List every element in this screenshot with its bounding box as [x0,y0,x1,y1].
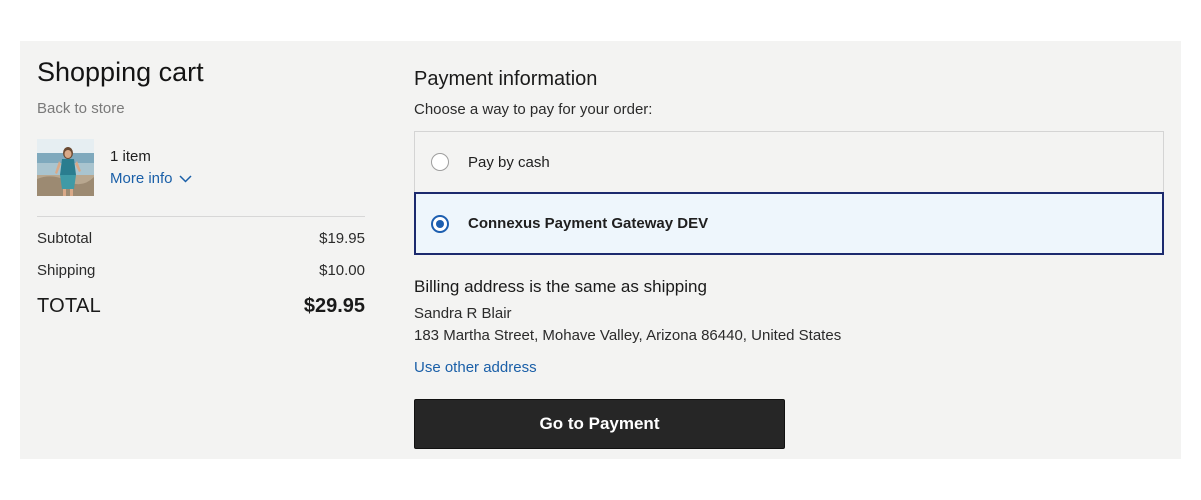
shipping-label: Shipping [37,262,96,279]
use-other-address-link[interactable]: Use other address [414,359,537,376]
chevron-down-icon [179,174,192,183]
billing-title: Billing address is the same as shipping [414,277,707,296]
total-value: $29.95 [303,295,365,317]
total-row: TOTAL $29.95 [37,295,365,318]
go-to-payment-button[interactable]: Go to Payment [414,399,785,449]
billing-name: Sandra R Blair [414,305,512,322]
subtotal-label: Subtotal [37,230,93,247]
payment-subtitle: Choose a way to pay for your order: [414,101,653,118]
total-label: TOTAL [37,295,102,317]
back-to-store-link[interactable]: Back to store [37,100,125,117]
radio-button[interactable] [431,153,449,171]
payment-option-cash[interactable]: Pay by cash [414,131,1164,192]
billing-address: 183 Martha Street, Mohave Valley, Arizon… [414,327,842,344]
checkout-panel: Shopping cart Back to store 1 item More … [20,41,1181,459]
payment-title: Payment information [414,68,598,90]
product-thumbnail [37,139,94,196]
subtotal-row: Subtotal $19.95 [37,230,365,247]
more-info-label: More info [110,170,173,187]
shipping-value: $10.00 [319,262,365,279]
payment-option-label: Connexus Payment Gateway DEV [468,215,709,232]
subtotal-value: $19.95 [319,230,365,247]
shipping-row: Shipping $10.00 [37,262,365,279]
payment-option-label: Pay by cash [468,153,550,171]
item-count: 1 item [110,148,151,165]
radio-button-selected[interactable] [431,214,449,233]
cart-title: Shopping cart [37,57,204,87]
summary-divider [37,216,365,217]
payment-option-gateway[interactable]: Connexus Payment Gateway DEV [414,192,1164,255]
more-info-toggle[interactable]: More info [110,170,192,187]
